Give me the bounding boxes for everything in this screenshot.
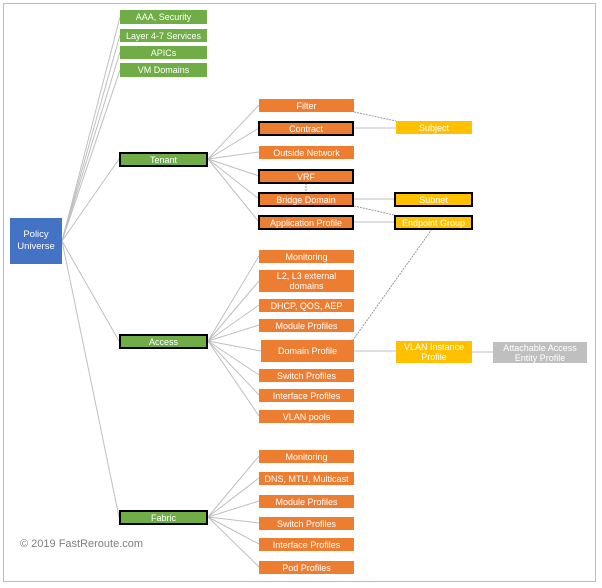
dotted-bd-epg <box>353 205 395 216</box>
node-apics: APICs <box>120 46 207 59</box>
link-root-l47 <box>61 34 121 242</box>
link-fabric-dns <box>207 477 260 518</box>
link-fabric-switch <box>207 516 260 524</box>
link-root-fabric <box>61 240 120 518</box>
node-vm-domains: VM Domains <box>120 63 207 77</box>
link-tenant-outside <box>207 151 260 160</box>
node-vlan-instance-profile: VLAN Instance Profile <box>396 341 472 363</box>
node-vrf: VRF <box>258 169 354 184</box>
node-fabric-switch-profiles: Switch Profiles <box>259 517 354 530</box>
node-subnet: Subnet <box>394 192 473 207</box>
link-root-tenant <box>61 158 120 242</box>
node-dns-mtu-multicast: DNS, MTU, Multicast <box>259 472 354 485</box>
node-access-module-profiles: Module Profiles <box>259 319 354 332</box>
node-fabric-monitoring: Monitoring <box>259 450 354 463</box>
link-fabric-pod <box>207 516 260 568</box>
node-pod-profiles: Pod Profiles <box>259 561 354 574</box>
dotted-filter-subject <box>353 111 397 122</box>
node-endpoint-group: Endpoint Group <box>394 215 473 230</box>
link-tenant-bd <box>207 158 260 200</box>
link-fabric-interface <box>207 516 260 545</box>
node-fabric-module-profiles: Module Profiles <box>259 495 354 508</box>
node-tenant: Tenant <box>119 152 208 167</box>
link-root-apics <box>61 51 121 242</box>
node-access: Access <box>119 334 208 349</box>
link-tenant-ap <box>207 158 260 223</box>
node-bridge-domain: Bridge Domain <box>258 192 354 207</box>
node-layer-4-7-services: Layer 4-7 Services <box>120 29 207 42</box>
node-access-switch-profiles: Switch Profiles <box>259 369 354 382</box>
node-access-interface-profiles: Interface Profiles <box>259 389 354 402</box>
node-domain-profile: Domain Profile <box>261 340 354 362</box>
node-filter: Filter <box>259 99 354 112</box>
node-subject: Subject <box>396 121 472 134</box>
link-tenant-filter <box>207 104 260 160</box>
copyright-notice: © 2019 FastReroute.com <box>20 538 144 550</box>
node-vlan-pools: VLAN pools <box>259 410 354 423</box>
node-aaa-security: AAA, Security <box>120 10 207 24</box>
node-l2-l3-external-domains: L2, L3 external domains <box>259 270 354 292</box>
link-access-monitoring <box>207 255 260 342</box>
node-application-profile: Application Profile <box>258 215 354 230</box>
link-fabric-module <box>207 500 260 518</box>
link-fabric-monitoring <box>207 455 260 518</box>
node-fabric-interface-profiles: Interface Profiles <box>259 538 354 551</box>
link-root-aaa <box>61 16 121 242</box>
dotted-epg-domain <box>352 228 433 341</box>
node-contract: Contract <box>258 121 354 136</box>
link-access-vlan <box>207 340 260 417</box>
node-attachable-access-entity-profile: Attachable Access Entity Profile <box>493 342 587 363</box>
node-outside-network: Outside Network <box>259 146 354 159</box>
link-root-access <box>61 240 120 342</box>
node-access-monitoring: Monitoring <box>259 250 354 263</box>
node-dhcp-qos-aep: DHCP, QOS, AEP <box>259 299 354 312</box>
policy-universe-node: Policy Universe <box>10 218 62 264</box>
link-tenant-vrf <box>207 158 260 177</box>
node-fabric: Fabric <box>119 510 208 525</box>
link-root-vm <box>61 69 121 242</box>
